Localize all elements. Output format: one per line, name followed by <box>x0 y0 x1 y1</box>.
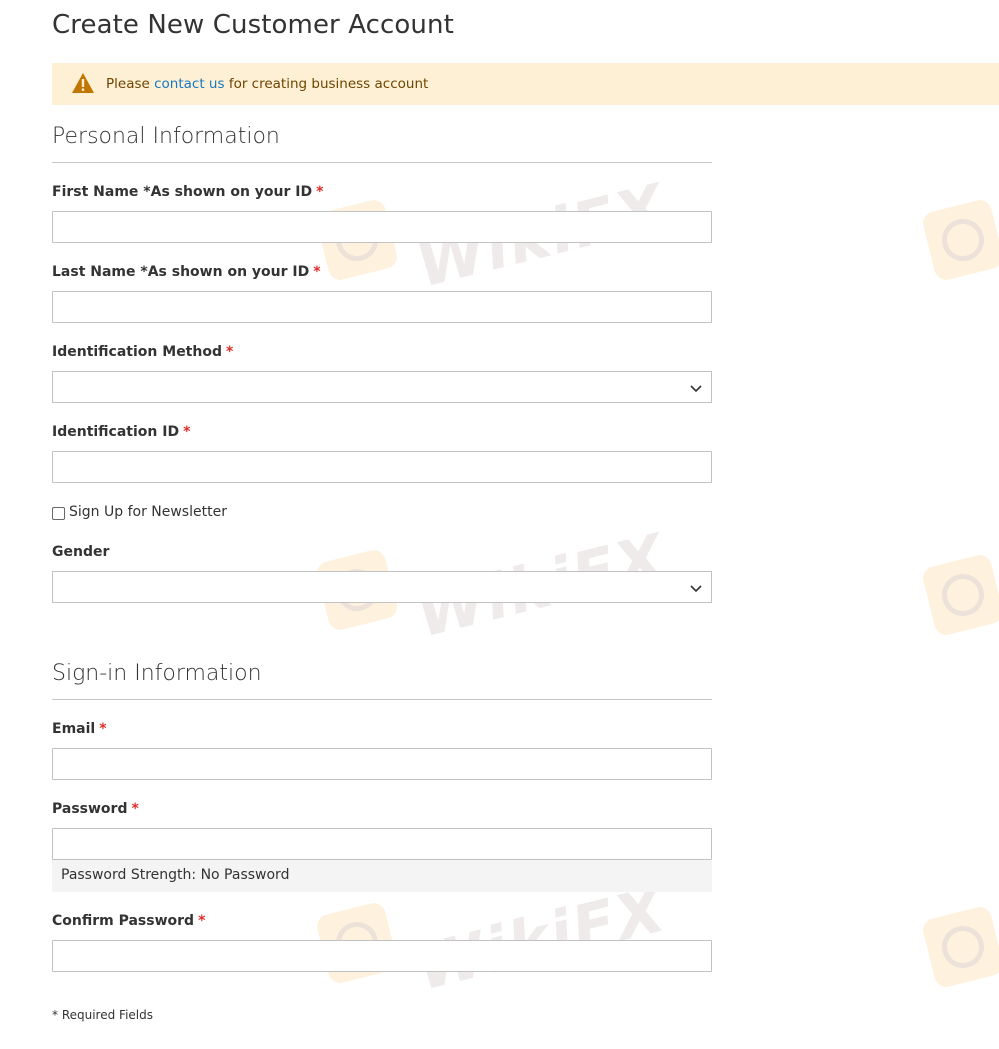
chevron-down-icon <box>690 385 702 393</box>
password-strength-meter: Password Strength: No Password <box>52 860 712 892</box>
password-strength-text: Password Strength: No Password <box>61 867 290 883</box>
last-name-label: Last Name *As shown on your ID * <box>52 264 321 280</box>
required-marker: * <box>225 344 234 360</box>
email-label: Email * <box>52 721 107 737</box>
required-marker: * <box>316 184 324 200</box>
required-fields-note: * Required Fields <box>52 1008 153 1022</box>
identification-id-label-text: Identification ID <box>52 424 180 440</box>
password-label: Password * <box>52 801 139 817</box>
chevron-down-icon <box>690 585 702 593</box>
gender-select[interactable] <box>52 571 712 603</box>
notice-message: Please contact us for creating business … <box>106 76 428 92</box>
page-title: Create New Customer Account <box>52 10 454 40</box>
first-name-label-text: First Name *As shown on your ID <box>52 184 313 200</box>
notice-prefix: Please <box>106 76 150 92</box>
gender-label: Gender <box>52 544 109 560</box>
password-input[interactable] <box>52 828 712 860</box>
identification-method-select[interactable] <box>52 371 712 403</box>
required-marker: * <box>198 913 206 929</box>
watermark-logo-icon <box>920 197 999 283</box>
last-name-input[interactable] <box>52 291 712 323</box>
watermark-text: WikiFX <box>408 872 674 1005</box>
first-name-input[interactable] <box>52 211 712 243</box>
required-marker: * <box>131 801 139 817</box>
identification-method-label-text: Identification Method <box>52 344 222 360</box>
required-marker: * <box>183 424 191 440</box>
newsletter-label: Sign Up for Newsletter <box>69 504 227 520</box>
identification-method-label: Identification Method * <box>52 344 233 360</box>
gender-label-text: Gender <box>52 544 110 560</box>
business-account-notice: Please contact us for creating business … <box>52 63 999 105</box>
watermark-logo-icon <box>920 552 999 638</box>
required-marker: * <box>313 264 321 280</box>
email-input[interactable] <box>52 748 712 780</box>
newsletter-checkbox[interactable] <box>52 507 65 520</box>
watermark-logo-icon <box>920 904 999 990</box>
required-marker: * <box>99 721 107 737</box>
personal-information-heading: Personal Information <box>52 124 712 163</box>
email-label-text: Email <box>52 721 96 737</box>
contact-us-link[interactable]: contact us <box>154 76 224 92</box>
last-name-label-text: Last Name *As shown on your ID <box>52 264 310 280</box>
confirm-password-label: Confirm Password * <box>52 913 205 929</box>
identification-id-input[interactable] <box>52 451 712 483</box>
sign-in-information-heading: Sign-in Information <box>52 661 712 700</box>
first-name-label: First Name *As shown on your ID * <box>52 184 323 200</box>
confirm-password-label-text: Confirm Password <box>52 913 195 929</box>
identification-id-label: Identification ID * <box>52 424 190 440</box>
confirm-password-input[interactable] <box>52 940 712 972</box>
warning-icon <box>72 73 94 93</box>
notice-suffix: for creating business account <box>228 76 429 92</box>
password-label-text: Password <box>52 801 128 817</box>
